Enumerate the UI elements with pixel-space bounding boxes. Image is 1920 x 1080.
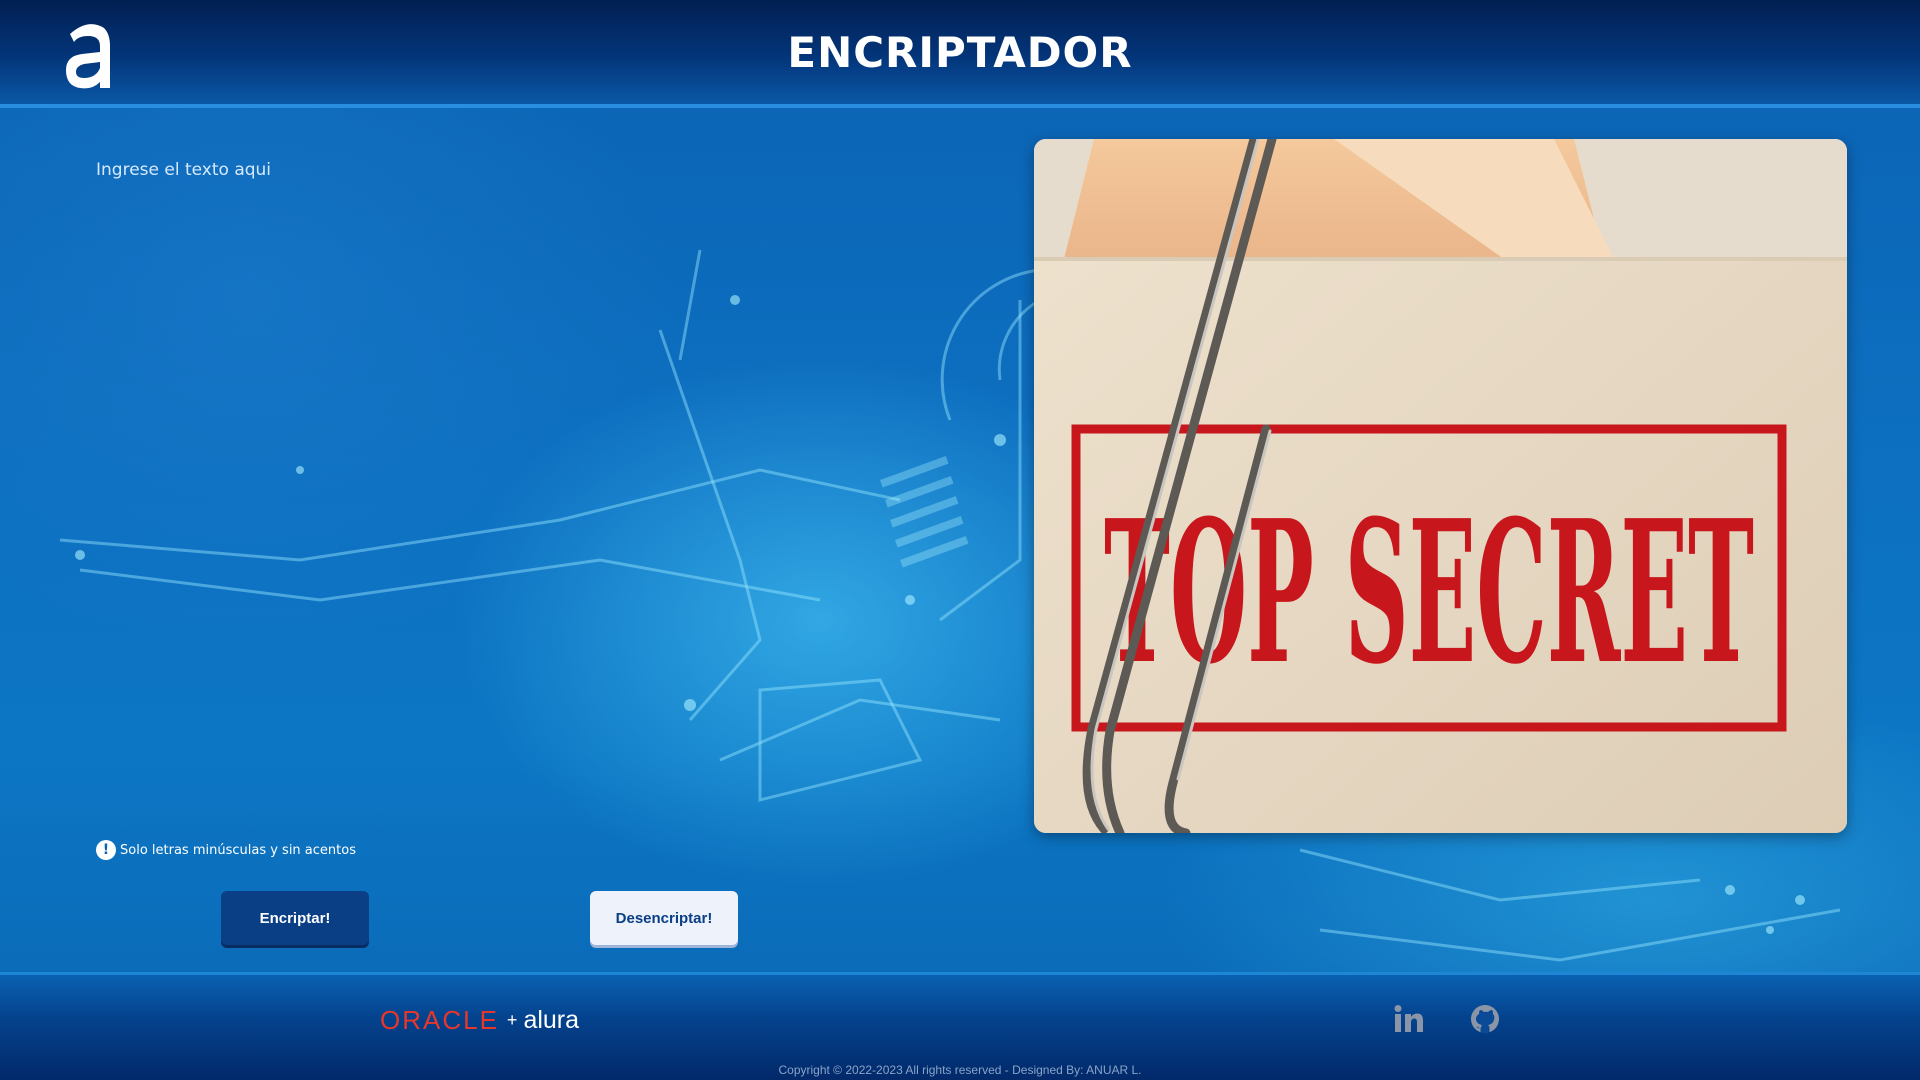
input-hint-text: Solo letras minúsculas y sin acentos [120,842,356,858]
text-input[interactable] [96,160,976,800]
brand-plus: + [506,1010,518,1030]
page-title: ENCRIPTADOR [787,28,1133,77]
brand-logos: ORACLE + alura [380,1005,579,1036]
decrypt-button[interactable]: Desencriptar! [590,891,738,945]
top-secret-image: TOP SECRET [1034,139,1847,833]
encrypt-button[interactable]: Encriptar! [221,891,369,945]
copyright-text: Copyright © 2022-2023 All rights reserve… [778,1063,1142,1077]
input-hint: ! Solo letras minúsculas y sin acentos [96,840,356,860]
page-footer: ORACLE + alura Copyright © 2022-2023 All… [0,972,1920,1080]
oracle-logo: ORACLE [380,1005,499,1035]
page-header: ENCRIPTADOR [0,0,1920,108]
github-icon[interactable] [1465,999,1505,1039]
linkedin-icon[interactable] [1389,999,1429,1039]
alura-logo: alura [523,1006,580,1034]
exclamation-circle-icon: ! [96,840,116,860]
